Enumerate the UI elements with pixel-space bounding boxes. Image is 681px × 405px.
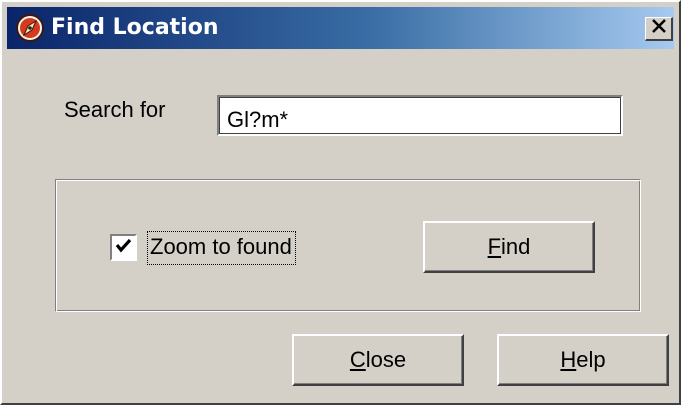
- title-bar[interactable]: Find Location: [7, 7, 674, 49]
- help-button-accel: H: [560, 347, 577, 372]
- close-button-label: lose: [365, 347, 407, 372]
- help-button-label: elp: [576, 347, 606, 372]
- find-button-label: ind: [501, 234, 531, 259]
- checkmark-icon: [115, 238, 132, 258]
- find-location-dialog: Find Location Search for Zoom to found F…: [0, 0, 681, 405]
- zoom-to-found-checkbox[interactable]: [110, 234, 137, 261]
- close-icon: [651, 19, 667, 38]
- find-button-accel: F: [487, 234, 502, 259]
- zoom-to-found-label[interactable]: Zoom to found: [147, 231, 296, 265]
- search-label: Search for: [64, 97, 166, 122]
- close-window-button[interactable]: [645, 17, 673, 41]
- compass-icon: [15, 13, 45, 43]
- close-button-accel: C: [349, 347, 366, 372]
- search-input[interactable]: [217, 95, 623, 136]
- find-button[interactable]: Find: [423, 221, 595, 273]
- window-title: Find Location: [51, 15, 219, 40]
- help-button[interactable]: Help: [497, 334, 669, 386]
- close-button[interactable]: Close: [292, 334, 464, 386]
